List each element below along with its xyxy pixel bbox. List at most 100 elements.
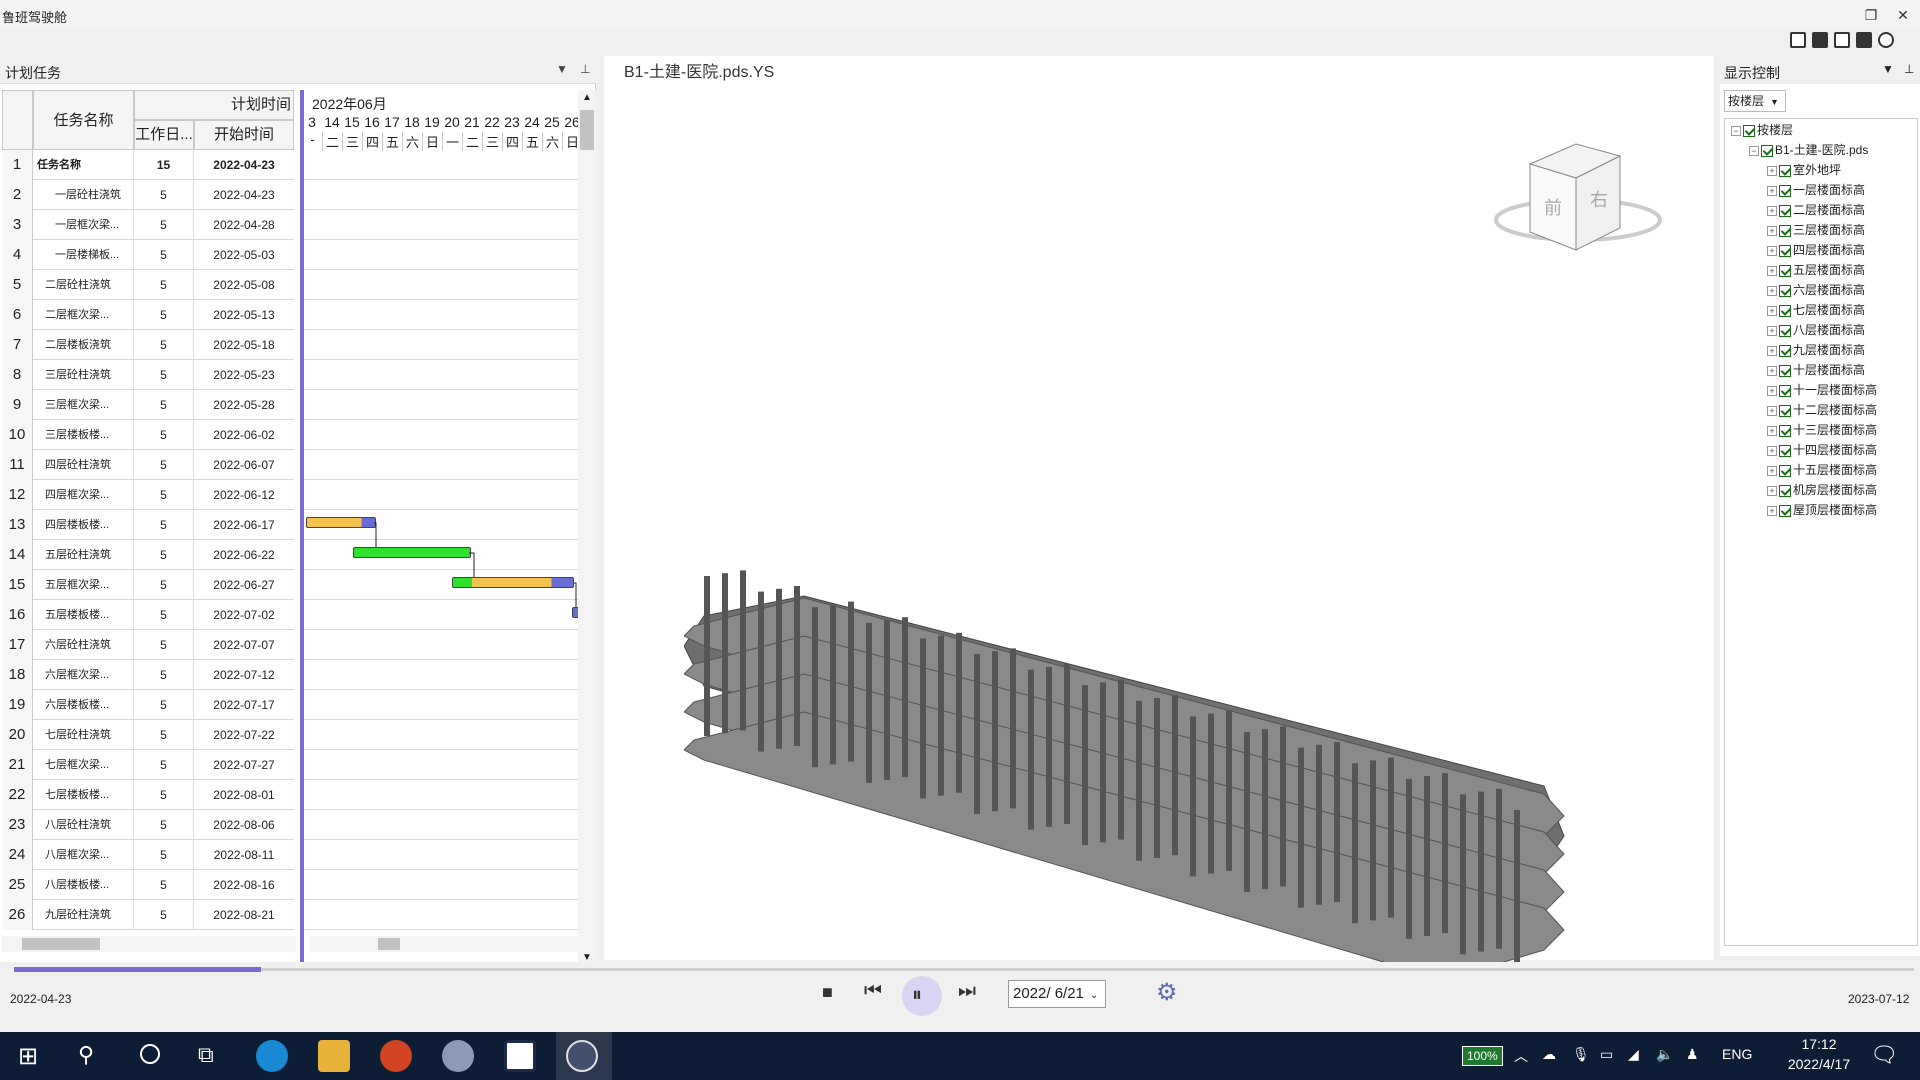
view-cube[interactable]: 前 右 [1492, 136, 1672, 256]
app-tray-icon[interactable]: ♟ [1686, 1046, 1699, 1063]
expand-toggle-icon[interactable]: + [1767, 245, 1777, 256]
windows-start-icon[interactable]: ⊞ [18, 1042, 38, 1071]
table-row[interactable]: 1 任务名称 15 2022-04-23 [2, 150, 294, 180]
settings-gear-icon[interactable]: ⚙ [1156, 978, 1178, 1007]
visibility-checkbox[interactable] [1779, 464, 1791, 477]
table-row[interactable]: 12 四层框次梁... 5 2022-06-12 [2, 480, 294, 510]
table-row[interactable]: 6 二层框次梁... 5 2022-05-13 [2, 300, 294, 330]
vertical-scrollbar[interactable]: ▲ ▼ [578, 90, 596, 990]
battery-indicator[interactable]: 100% [1462, 1046, 1503, 1066]
layers-icon[interactable] [1878, 32, 1894, 48]
volume-icon[interactable]: 🔈 [1656, 1046, 1673, 1063]
column-header-start[interactable]: 开始时间 [194, 120, 294, 150]
table-row[interactable]: 18 六层框次梁... 5 2022-07-12 [2, 660, 294, 690]
visibility-checkbox[interactable] [1779, 324, 1791, 337]
table-row[interactable]: 20 七层砼柱浇筑 5 2022-07-22 [2, 720, 294, 750]
tree-node-floor[interactable]: + 三层楼面标高 [1767, 221, 1865, 239]
edge-icon[interactable] [256, 1040, 288, 1072]
grid-hscrollbar[interactable] [2, 936, 296, 952]
expand-toggle-icon[interactable]: + [1767, 505, 1777, 516]
visibility-checkbox[interactable] [1779, 264, 1791, 277]
pause-button[interactable]: ⏸ [902, 976, 942, 1016]
table-row[interactable]: 5 二层砼柱浇筑 5 2022-05-08 [2, 270, 294, 300]
tree-node-floor[interactable]: + 七层楼面标高 [1767, 301, 1865, 319]
visibility-checkbox[interactable] [1779, 504, 1791, 517]
expand-toggle-icon[interactable]: + [1767, 305, 1777, 316]
visibility-checkbox[interactable] [1779, 164, 1791, 177]
expand-toggle-icon[interactable]: + [1767, 345, 1777, 356]
visibility-checkbox[interactable] [1779, 344, 1791, 357]
table-row[interactable]: 23 八层砼柱浇筑 5 2022-08-06 [2, 810, 294, 840]
visibility-checkbox[interactable] [1779, 284, 1791, 297]
group-by-select[interactable]: 按楼层 ▼ [1724, 90, 1786, 112]
visibility-checkbox[interactable] [1761, 144, 1773, 157]
expand-toggle-icon[interactable]: + [1767, 325, 1777, 336]
table-row[interactable]: 21 七层框次梁... 5 2022-07-27 [2, 750, 294, 780]
dropdown-arrow-icon[interactable]: ▼ [556, 62, 568, 76]
table-row[interactable]: 13 四层楼板楼... 5 2022-06-17 [2, 510, 294, 540]
expand-toggle-icon[interactable]: + [1767, 365, 1777, 376]
hscroll-thumb[interactable] [22, 938, 100, 950]
mic-icon[interactable]: 🎙 [1572, 1046, 1590, 1063]
visibility-checkbox[interactable] [1779, 424, 1791, 437]
table-row[interactable]: 25 八层楼板楼... 5 2022-08-16 [2, 870, 294, 900]
tree-node-floor[interactable]: + 九层楼面标高 [1767, 341, 1865, 359]
cloud-icon[interactable]: ☁ [1542, 1046, 1556, 1063]
visibility-checkbox[interactable] [1779, 244, 1791, 257]
tree-node-floor[interactable]: + 室外地坪 [1767, 161, 1841, 179]
expand-toggle-icon[interactable]: + [1767, 485, 1777, 496]
model-viewport[interactable]: B1-土建-医院.pds.YS 前 右 [604, 56, 1714, 976]
restore-icon[interactable]: ❐ [1860, 4, 1882, 26]
scroll-up-icon[interactable]: ▲ [582, 92, 592, 103]
table-row[interactable]: 2 一层砼柱浇筑 5 2022-04-23 [2, 180, 294, 210]
pin-icon[interactable]: ⊥ [580, 62, 590, 76]
table-row[interactable]: 4 一层楼梯板... 5 2022-05-03 [2, 240, 294, 270]
current-date-picker[interactable]: 2022/ 6/21 ⌄ [1008, 980, 1106, 1008]
window-icon[interactable] [1834, 32, 1850, 48]
expand-toggle-icon[interactable]: + [1767, 405, 1777, 416]
tree-node-floor[interactable]: + 十二层楼面标高 [1767, 401, 1877, 419]
tree-node-floor[interactable]: + 十三层楼面标高 [1767, 421, 1877, 439]
task-view-icon[interactable]: ⧉ [198, 1042, 214, 1068]
table-row[interactable]: 19 六层楼板楼... 5 2022-07-17 [2, 690, 294, 720]
tree-node-floor[interactable]: + 十五层楼面标高 [1767, 461, 1877, 479]
table-row[interactable]: 24 八层框次梁... 5 2022-08-11 [2, 840, 294, 870]
powerpoint-icon[interactable] [380, 1040, 412, 1072]
tree-node-floor[interactable]: + 六层楼面标高 [1767, 281, 1865, 299]
expand-toggle-icon[interactable]: + [1767, 445, 1777, 456]
visibility-checkbox[interactable] [1779, 224, 1791, 237]
language-indicator[interactable]: ENG [1722, 1046, 1752, 1062]
previous-button[interactable]: ⏮ [864, 980, 882, 1003]
gantt-hscroll-thumb[interactable] [378, 938, 400, 950]
table-row[interactable]: 15 五层框次梁... 5 2022-06-27 [2, 570, 294, 600]
tree-node-floor[interactable]: + 一层楼面标高 [1767, 181, 1865, 199]
battery-icon[interactable]: ▭ [1600, 1046, 1613, 1063]
table-row[interactable]: 3 一层框次梁... 5 2022-04-28 [2, 210, 294, 240]
table-row[interactable]: 22 七层楼板楼... 5 2022-08-01 [2, 780, 294, 810]
expand-toggle-icon[interactable]: − [1749, 145, 1759, 156]
visibility-checkbox[interactable] [1779, 484, 1791, 497]
expand-toggle-icon[interactable]: + [1767, 265, 1777, 276]
image-app-icon[interactable] [504, 1040, 536, 1072]
tree-node-root[interactable]: − 按楼层 [1731, 121, 1793, 139]
next-button[interactable]: ⏭ [958, 980, 976, 1003]
scroll-thumb[interactable] [580, 110, 594, 150]
tree-node-floor[interactable]: + 屋顶层楼面标高 [1767, 501, 1877, 519]
notification-icon[interactable]: 🗨 [1870, 1042, 1898, 1068]
table-row[interactable]: 8 三层砼柱浇筑 5 2022-05-23 [2, 360, 294, 390]
file-explorer-icon[interactable] [318, 1040, 350, 1072]
stop-button[interactable]: ■ [822, 982, 833, 1003]
table-row[interactable]: 9 三层框次梁... 5 2022-05-28 [2, 390, 294, 420]
table-row[interactable]: 17 六层砼柱浇筑 5 2022-07-07 [2, 630, 294, 660]
expand-toggle-icon[interactable]: + [1767, 205, 1777, 216]
search-icon[interactable]: ⚲ [78, 1042, 94, 1068]
gantt-hscrollbar[interactable] [310, 936, 578, 952]
panel-icon[interactable] [1812, 32, 1828, 48]
wifi-icon[interactable]: ◢ [1628, 1046, 1639, 1063]
table-row[interactable]: 26 九层砼柱浇筑 5 2022-08-21 [2, 900, 294, 930]
tree-node-floor[interactable]: + 二层楼面标高 [1767, 201, 1865, 219]
expand-toggle-icon[interactable]: + [1767, 225, 1777, 236]
fullscreen-icon[interactable] [1856, 32, 1872, 48]
tree-node-floor[interactable]: + 机房层楼面标高 [1767, 481, 1877, 499]
table-row[interactable]: 16 五层楼板楼... 5 2022-07-02 [2, 600, 294, 630]
